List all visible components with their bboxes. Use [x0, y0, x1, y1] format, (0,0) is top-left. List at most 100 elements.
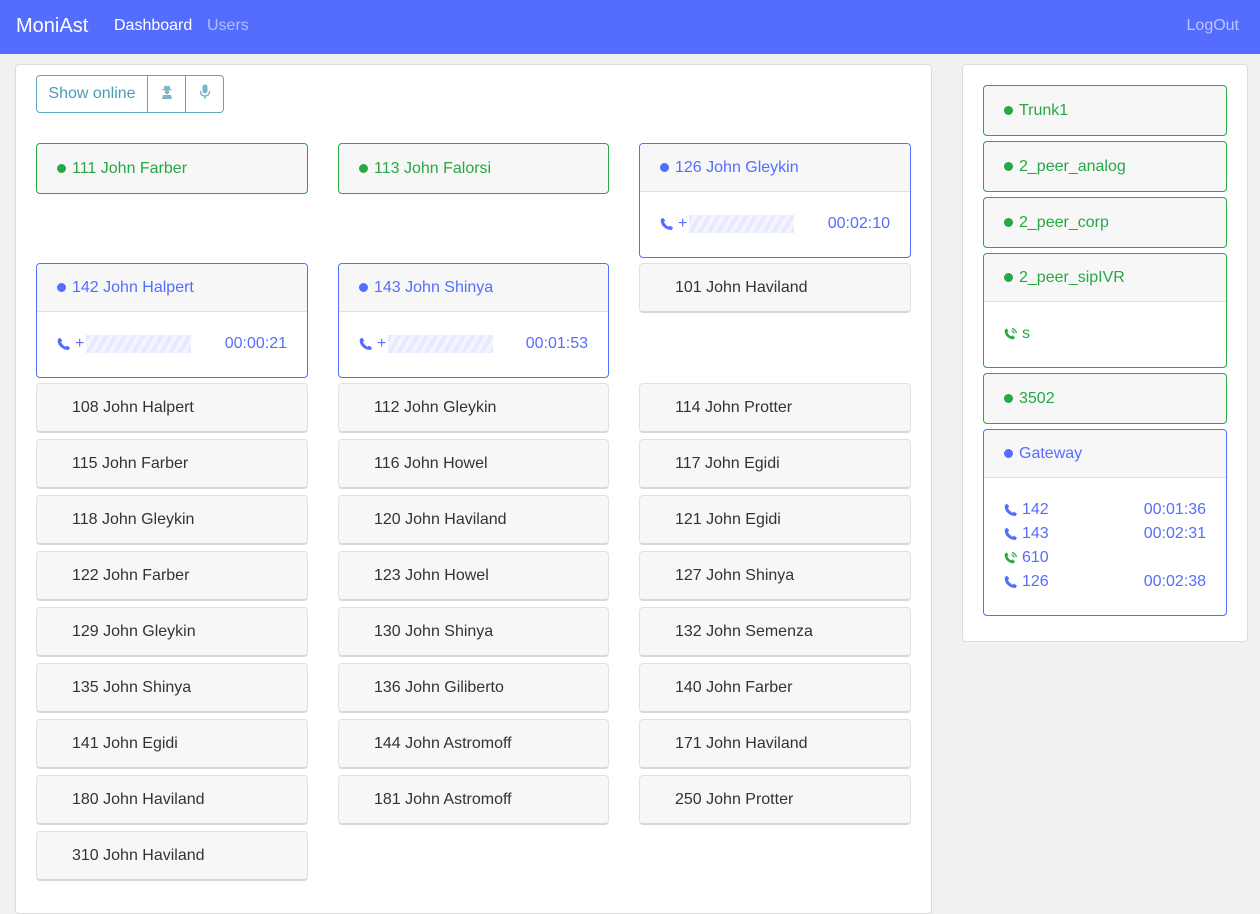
- peer-name: 129 John Gleykin: [72, 623, 196, 640]
- peer-card-offline[interactable]: 117 John Egidi: [639, 439, 911, 489]
- peer-card-offline[interactable]: 250 John Protter: [639, 775, 911, 825]
- status-dot: [1004, 218, 1013, 227]
- peer-card-offline[interactable]: 121 John Egidi: [639, 495, 911, 545]
- peer-card-offline[interactable]: 114 John Protter: [639, 383, 911, 433]
- trunk-card[interactable]: 2_peer_sipIVR s: [983, 253, 1227, 368]
- peer-card-offline[interactable]: 101 John Haviland: [639, 263, 911, 313]
- peer-card-offline[interactable]: 171 John Haviland: [639, 719, 911, 769]
- phone-icon: [359, 337, 373, 351]
- peer-card-offline[interactable]: 144 John Astromoff: [338, 719, 609, 769]
- status-dot: [57, 164, 66, 173]
- phone-icon: [1004, 503, 1018, 517]
- masked-number: [689, 215, 795, 233]
- call-duration: 00:01:36: [1143, 501, 1206, 518]
- peer-card-offline[interactable]: 141 John Egidi: [36, 719, 308, 769]
- peer-name: 127 John Shinya: [675, 567, 795, 584]
- microphone-icon: [199, 84, 211, 105]
- call-label: 610: [1022, 549, 1049, 566]
- peer-card-in-call[interactable]: 126 John Gleykin + 00:02:10: [639, 143, 911, 258]
- peer-name: 143 John Shinya: [374, 278, 494, 296]
- logout-link[interactable]: LogOut: [1187, 17, 1239, 35]
- trunk-call-row: 126 00:02:38: [1004, 570, 1206, 594]
- peer-name: 112 John Gleykin: [374, 399, 497, 416]
- peer-name: 101 John Haviland: [675, 279, 808, 296]
- call-duration: 00:00:21: [224, 335, 287, 352]
- brand-logo[interactable]: MoniAst: [16, 15, 88, 38]
- call-duration: 00:02:10: [827, 215, 890, 232]
- status-dot: [359, 283, 368, 292]
- call-duration: 00:01:53: [525, 335, 588, 352]
- peer-card-offline[interactable]: 181 John Astromoff: [338, 775, 609, 825]
- nav-users-link[interactable]: Users: [207, 17, 249, 35]
- peer-card-offline[interactable]: 129 John Gleykin: [36, 607, 308, 657]
- user-secret-icon: [161, 85, 173, 104]
- peer-name: 180 John Haviland: [72, 791, 205, 808]
- masked-number: [388, 335, 494, 353]
- microphone-toggle[interactable]: [186, 75, 224, 113]
- peer-name: 126 John Gleykin: [675, 158, 799, 176]
- active-call-row: + 00:02:10: [660, 212, 890, 236]
- trunk-name: 2_peer_corp: [1019, 213, 1109, 231]
- peer-name: 121 John Egidi: [675, 511, 781, 528]
- trunk-name: 2_peer_sipIVR: [1019, 268, 1125, 286]
- peer-card-offline[interactable]: 140 John Farber: [639, 663, 911, 713]
- trunk-card-in-call[interactable]: Gateway 142 00:01:36 143 00:02:31 610 12…: [983, 429, 1227, 616]
- peer-card-offline[interactable]: 122 John Farber: [36, 551, 308, 601]
- peer-card-offline[interactable]: 132 John Semenza: [639, 607, 911, 657]
- peer-name: 171 John Haviland: [675, 735, 808, 752]
- peer-name: 132 John Semenza: [675, 623, 813, 640]
- phone-ringing-icon: [1004, 327, 1018, 341]
- caller-number-prefix: +: [678, 215, 688, 232]
- peer-name: 113 John Falorsi: [374, 159, 492, 177]
- trunk-name: Trunk1: [1019, 101, 1069, 119]
- call-label: 143: [1022, 525, 1049, 542]
- active-call-row: + 00:01:53: [359, 332, 588, 356]
- peer-name: 115 John Farber: [72, 455, 189, 472]
- peer-card-offline[interactable]: 180 John Haviland: [36, 775, 308, 825]
- peer-card-in-call[interactable]: 143 John Shinya + 00:01:53: [338, 263, 609, 378]
- call-label: 142: [1022, 501, 1049, 518]
- filter-button-group: Show online: [36, 75, 224, 113]
- peer-card-offline[interactable]: 130 John Shinya: [338, 607, 609, 657]
- peer-name: 142 John Halpert: [72, 278, 194, 296]
- peer-card-offline[interactable]: 127 John Shinya: [639, 551, 911, 601]
- trunk-card[interactable]: 2_peer_corp: [983, 197, 1227, 248]
- peer-card-offline[interactable]: 118 John Gleykin: [36, 495, 308, 545]
- peer-name: 118 John Gleykin: [72, 511, 195, 528]
- trunk-card[interactable]: Trunk1: [983, 85, 1227, 136]
- status-dot: [359, 164, 368, 173]
- peer-card-offline[interactable]: 120 John Haviland: [338, 495, 609, 545]
- peer-card-offline[interactable]: 116 John Howel: [338, 439, 609, 489]
- caller-number-prefix: +: [377, 335, 387, 352]
- user-secret-toggle[interactable]: [148, 75, 186, 113]
- phone-icon: [660, 217, 674, 231]
- peer-card-offline[interactable]: 135 John Shinya: [36, 663, 308, 713]
- call-duration: 00:02:31: [1143, 525, 1206, 542]
- peer-name: 122 John Farber: [72, 567, 190, 584]
- phone-ringing-icon: [1004, 551, 1018, 565]
- peer-card-offline[interactable]: 310 John Haviland: [36, 831, 308, 881]
- trunk-card[interactable]: 3502: [983, 373, 1227, 424]
- status-dot: [57, 283, 66, 292]
- nav-dashboard-link[interactable]: Dashboard: [114, 17, 192, 35]
- peer-card-offline[interactable]: 123 John Howel: [338, 551, 609, 601]
- status-dot: [1004, 162, 1013, 171]
- peer-name: 117 John Egidi: [675, 455, 780, 472]
- trunk-name: Gateway: [1019, 444, 1083, 462]
- peer-card-offline[interactable]: 136 John Giliberto: [338, 663, 609, 713]
- peer-card-offline[interactable]: 115 John Farber: [36, 439, 308, 489]
- trunk-name: 2_peer_analog: [1019, 157, 1126, 175]
- phone-icon: [1004, 575, 1018, 589]
- trunk-call-row: 610: [1004, 546, 1206, 570]
- show-online-button[interactable]: Show online: [36, 75, 148, 113]
- peer-name: 250 John Protter: [675, 791, 794, 808]
- peer-name: 130 John Shinya: [374, 623, 494, 640]
- peer-card-offline[interactable]: 112 John Gleykin: [338, 383, 609, 433]
- peer-card-offline[interactable]: 108 John Halpert: [36, 383, 308, 433]
- peer-card-online[interactable]: 113 John Falorsi: [338, 143, 609, 194]
- trunk-card[interactable]: 2_peer_analog: [983, 141, 1227, 192]
- peer-name: 181 John Astromoff: [374, 791, 512, 808]
- peer-name: 310 John Haviland: [72, 847, 205, 864]
- peer-card-in-call[interactable]: 142 John Halpert + 00:00:21: [36, 263, 308, 378]
- peer-card-online[interactable]: 111 John Farber: [36, 143, 308, 194]
